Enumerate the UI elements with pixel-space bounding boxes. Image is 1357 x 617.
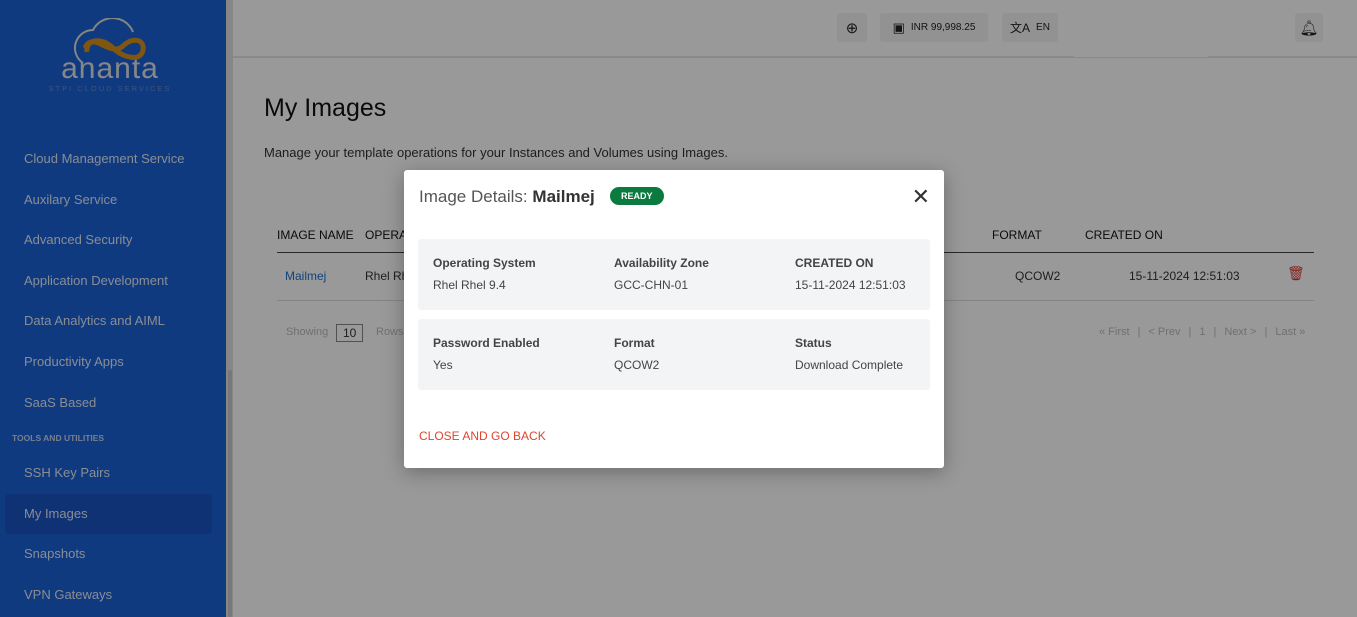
field-label: Format [614, 336, 655, 350]
field-value: GCC-CHN-01 [614, 278, 689, 292]
field-format: Format QCOW2 [614, 336, 659, 372]
field-created-on: CREATED ON 15-11-2024 12:51:03 [795, 256, 906, 292]
field-value: QCOW2 [614, 358, 660, 372]
field-operating-system: Operating System Rhel Rhel 9.4 [433, 256, 536, 292]
modal-title-prefix: Image Details: [419, 187, 528, 206]
field-value: 15-11-2024 12:51:03 [795, 278, 906, 292]
modal-image-name: Mailmej [532, 187, 595, 206]
field-value: Yes [433, 358, 453, 372]
field-label: Operating System [433, 256, 536, 270]
field-value: Download Complete [795, 358, 904, 372]
field-label: CREATED ON [795, 256, 874, 270]
status-badge: READY [610, 187, 664, 205]
details-group-2: Password Enabled Yes Format QCOW2 Status Do… [418, 319, 930, 390]
field-label: Status [795, 336, 832, 350]
field-value: Rhel Rhel 9.4 [433, 278, 506, 292]
modal-title: Image Details: Mailmej [419, 187, 595, 207]
field-availability-zone: Availability Zone GCC-CHN-01 [614, 256, 709, 292]
field-status: Status Download Complete [795, 336, 903, 372]
field-label: Password Enabled [433, 336, 540, 350]
details-group-1: Operating System Rhel Rhel 9.4 Availabili… [418, 239, 930, 310]
image-details-modal: Image Details: Mailmej READY ✕ Operating… [404, 170, 944, 468]
close-and-go-back-button[interactable]: CLOSE AND GO BACK [419, 429, 546, 443]
field-password-enabled: Password Enabled Yes [433, 336, 540, 372]
close-icon[interactable]: ✕ [912, 184, 930, 210]
field-label: Availability Zone [614, 256, 709, 270]
